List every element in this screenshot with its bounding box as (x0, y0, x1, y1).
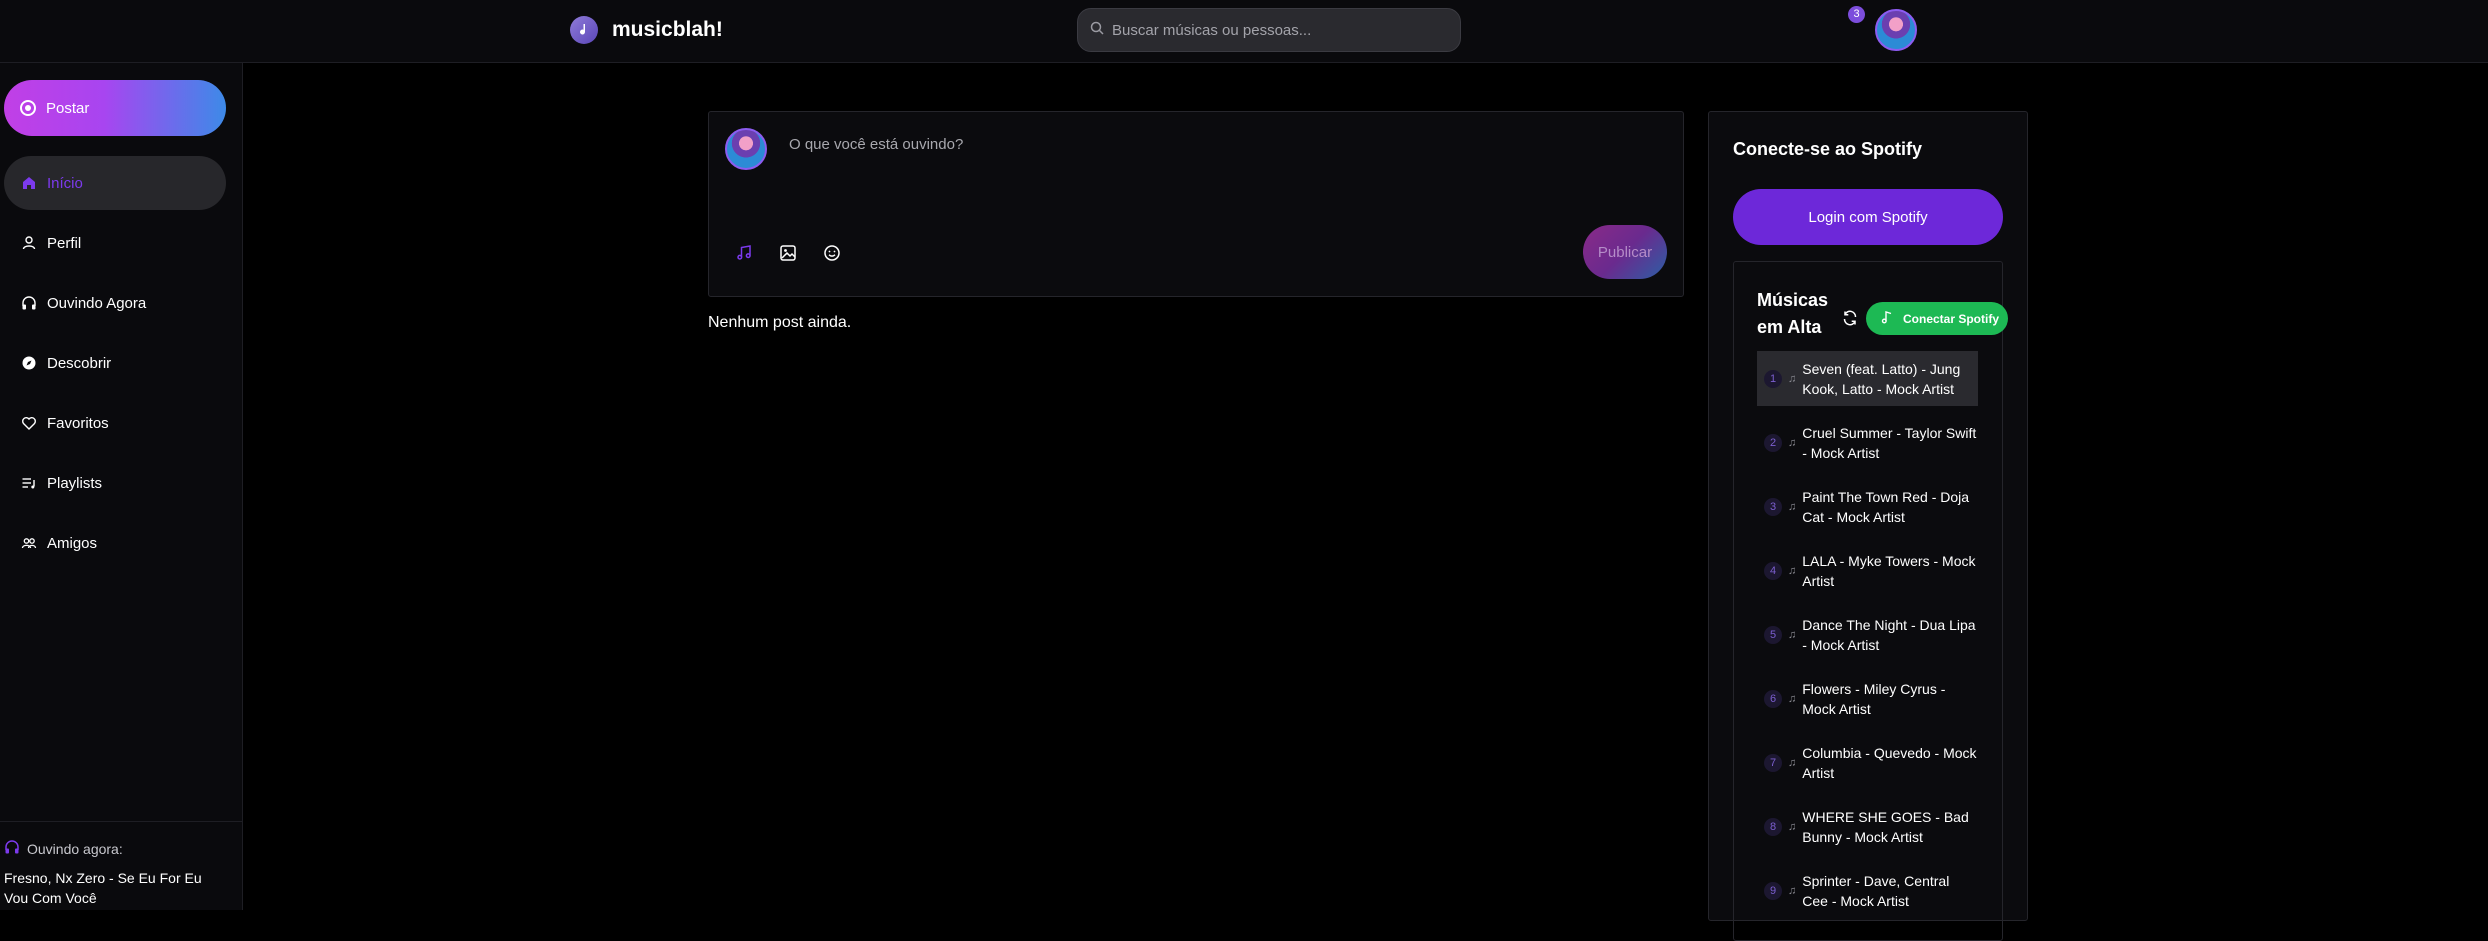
track-rank: 7 (1764, 753, 1782, 772)
music-note-icon: ♫ (1788, 820, 1797, 833)
sidebar-item-descobrir[interactable]: Descobrir (4, 336, 226, 390)
music-note-icon: ♫ (1788, 372, 1797, 385)
trending-track[interactable]: 8 ♫ WHERE SHE GOES - Bad Bunny - Mock Ar… (1757, 799, 1978, 854)
feed-empty-message: Nenhum post ainda. (708, 314, 852, 331)
post-button[interactable]: Postar (4, 80, 226, 136)
music-note-icon: ♫ (1788, 436, 1797, 449)
search-bar[interactable] (1077, 8, 1461, 52)
connect-spotify-label: Conectar Spotify (1903, 311, 2000, 326)
publish-button[interactable]: Publicar (1583, 225, 1667, 279)
post-button-label: Postar (46, 99, 90, 117)
track-title: Flowers - Miley Cyrus - Mock Artist (1802, 680, 1946, 717)
now-playing-label: Ouvindo agora: (27, 840, 123, 857)
spotify-login-button[interactable]: Login com Spotify (1733, 189, 2003, 245)
post-composer: Publicar (708, 111, 1684, 297)
sidebar-item-label: Playlists (47, 474, 103, 492)
top-bar: musicblah! 3 (0, 0, 2488, 63)
logo[interactable]: musicblah! (570, 16, 723, 44)
music-disc-icon (570, 16, 598, 44)
sidebar-item-inicio[interactable]: Início (4, 156, 226, 210)
heart-icon (21, 415, 37, 431)
track-rank: 9 (1764, 881, 1782, 900)
search-icon (1090, 21, 1104, 40)
sidebar: Postar Início Perfil Ouvindo Agora Desco… (0, 63, 243, 910)
track-title: Columbia - Quevedo - Mock Artist (1802, 744, 1977, 781)
composer-avatar (725, 128, 767, 170)
music-note-icon: ♫ (1788, 564, 1797, 577)
sidebar-item-label: Favoritos (47, 414, 109, 432)
trending-songs-card: Músicas em Alta Conectar Spotify 1 ♫ Sev… (1733, 261, 2008, 941)
trending-track[interactable]: 7 ♫ Columbia - Quevedo - Mock Artist (1757, 735, 1978, 790)
now-playing-header: Ouvindo agora: (4, 839, 238, 858)
friends-icon (21, 535, 37, 551)
track-rank: 1 (1764, 369, 1782, 388)
track-title: Cruel Summer - Taylor Swift - Mock Artis… (1802, 424, 1977, 461)
trending-track[interactable]: 4 ♫ LALA - Myke Towers - Mock Artist (1757, 543, 1978, 598)
headphones-icon (21, 295, 37, 311)
image-icon[interactable] (777, 242, 799, 264)
sidebar-item-playlists[interactable]: Playlists (4, 456, 226, 510)
post-input[interactable] (789, 136, 1649, 196)
now-playing-track: Fresno, Nx Zero - Se Eu For Eu Vou Com V… (4, 870, 202, 906)
track-rank: 8 (1764, 817, 1782, 836)
sidebar-item-label: Descobrir (47, 354, 112, 372)
track-title: WHERE SHE GOES - Bad Bunny - Mock Artist (1802, 808, 1969, 845)
playlist-icon (21, 475, 37, 491)
music-note-icon[interactable] (733, 242, 755, 264)
sidebar-item-label: Amigos (47, 534, 98, 552)
trending-track[interactable]: 6 ♫ Flowers - Miley Cyrus - Mock Artist (1757, 671, 1978, 726)
connect-spotify-button[interactable]: Conectar Spotify (1866, 302, 2008, 335)
sidebar-item-ouvindo-agora[interactable]: Ouvindo Agora (4, 276, 226, 330)
app-name: musicblah! (612, 18, 723, 41)
sidebar-item-label: Início (47, 174, 83, 192)
track-rank: 5 (1764, 625, 1782, 644)
now-playing-panel[interactable]: Ouvindo agora: Fresno, Nx Zero - Se Eu F… (0, 821, 242, 910)
track-title: Paint The Town Red - Doja Cat - Mock Art… (1802, 488, 1970, 525)
trending-track[interactable]: 3 ♫ Paint The Town Red - Doja Cat - Mock… (1757, 479, 1978, 534)
music-note-icon: ♫ (1788, 756, 1797, 769)
trending-track[interactable]: 5 ♫ Dance The Night - Dua Lipa - Mock Ar… (1757, 607, 1978, 662)
sidebar-item-favoritos[interactable]: Favoritos (4, 396, 226, 450)
music-note-icon: ♫ (1788, 500, 1797, 513)
sidebar-item-perfil[interactable]: Perfil (4, 216, 226, 270)
headphones-icon (4, 839, 27, 858)
trending-track[interactable]: 2 ♫ Cruel Summer - Taylor Swift - Mock A… (1757, 415, 1978, 470)
user-avatar[interactable] (1875, 9, 1917, 51)
spotify-panel-title: Conecte-se ao Spotify (1733, 139, 1923, 159)
track-title: Seven (feat. Latto) - Jung Kook, Latto -… (1802, 360, 1961, 397)
user-icon (21, 235, 37, 251)
search-input[interactable] (1112, 21, 1442, 39)
track-rank: 4 (1764, 561, 1782, 580)
track-title: Dance The Night - Dua Lipa - Mock Artist (1802, 616, 1976, 653)
emoji-icon[interactable] (821, 242, 843, 264)
sidebar-item-amigos[interactable]: Amigos (4, 516, 226, 570)
music-note-icon (1880, 310, 1903, 327)
track-title: LALA - Myke Towers - Mock Artist (1802, 552, 1976, 589)
track-title: Sprinter - Dave, Central Cee - Mock Arti… (1802, 872, 1950, 909)
sidebar-item-label: Perfil (47, 234, 82, 252)
track-rank: 6 (1764, 689, 1782, 708)
post-icon (20, 100, 36, 116)
music-note-icon: ♫ (1788, 884, 1797, 897)
spotify-panel: Conecte-se ao Spotify Login com Spotify … (1708, 111, 2028, 941)
sidebar-item-label: Ouvindo Agora (47, 294, 147, 312)
music-note-icon: ♫ (1788, 692, 1797, 705)
track-rank: 3 (1764, 497, 1782, 516)
notification-badge[interactable]: 3 (1848, 6, 1865, 23)
home-icon (21, 175, 37, 191)
track-rank: 2 (1764, 433, 1782, 452)
compass-icon (21, 355, 37, 371)
trending-track[interactable]: 1 ♫ Seven (feat. Latto) - Jung Kook, Lat… (1757, 351, 1978, 406)
refresh-icon[interactable] (1841, 309, 1859, 327)
music-note-icon: ♫ (1788, 628, 1797, 641)
trending-title: Músicas em Alta (1757, 290, 1829, 337)
